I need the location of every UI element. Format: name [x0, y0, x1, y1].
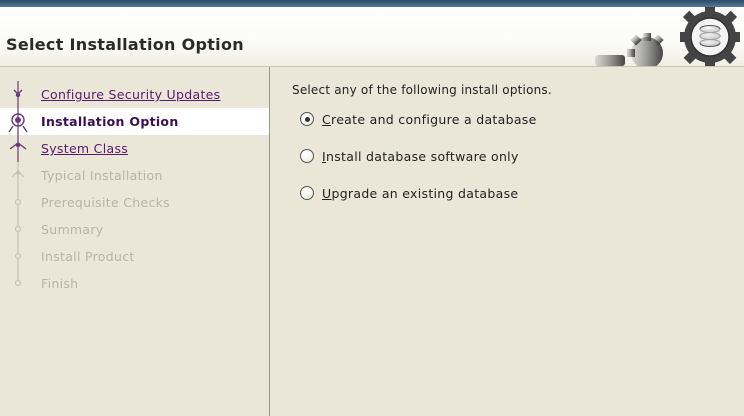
step-pending-marker-icon — [14, 270, 22, 287]
option-label: Install database software only — [322, 149, 519, 164]
radio-button[interactable] — [300, 186, 314, 200]
option-label: Create and configure a database — [322, 112, 537, 127]
step-pending-marker-icon — [11, 162, 25, 189]
radio-dot-icon — [305, 117, 310, 122]
step-label: Typical Installation — [41, 168, 163, 183]
radio-button[interactable] — [300, 149, 314, 163]
options-prompt: Select any of the following install opti… — [292, 83, 552, 97]
step-install-product: Install Product — [0, 243, 269, 270]
step-pending-marker-icon — [14, 189, 22, 216]
step-system-class[interactable]: System Class — [0, 135, 269, 162]
radio-button-selected[interactable] — [300, 112, 314, 126]
page-title: Select Installation Option — [6, 35, 244, 54]
step-label: Installation Option — [41, 114, 179, 129]
install-options-panel: Select any of the following install opti… — [270, 67, 744, 416]
step-label: Finish — [41, 276, 79, 291]
header-banner: Select Installation Option — [0, 7, 744, 67]
step-typical-installation: Typical Installation — [0, 162, 269, 189]
step-done-marker-icon — [13, 81, 23, 108]
steps-list: Configure Security Updates Installation … — [0, 81, 269, 297]
step-configure-security-updates[interactable]: Configure Security Updates — [0, 81, 269, 108]
step-prerequisite-checks: Prerequisite Checks — [0, 189, 269, 216]
step-label: Install Product — [41, 249, 135, 264]
step-label: Prerequisite Checks — [41, 195, 170, 210]
step-label: Configure Security Updates — [41, 87, 221, 102]
step-pending-marker-icon — [14, 243, 22, 270]
step-summary: Summary — [0, 216, 269, 243]
steps-navigation-pane: Configure Security Updates Installation … — [0, 67, 270, 416]
step-finish: Finish — [0, 270, 269, 297]
step-current-marker-icon — [8, 108, 28, 135]
option-label: Upgrade an existing database — [322, 186, 519, 201]
step-done-marker-icon — [9, 135, 27, 162]
gears-database-logo-icon — [595, 7, 740, 66]
step-pending-marker-icon — [14, 216, 22, 243]
step-label: System Class — [41, 141, 129, 156]
step-label: Summary — [41, 222, 104, 237]
window-top-edge — [0, 0, 744, 7]
step-installation-option[interactable]: Installation Option — [0, 108, 269, 135]
